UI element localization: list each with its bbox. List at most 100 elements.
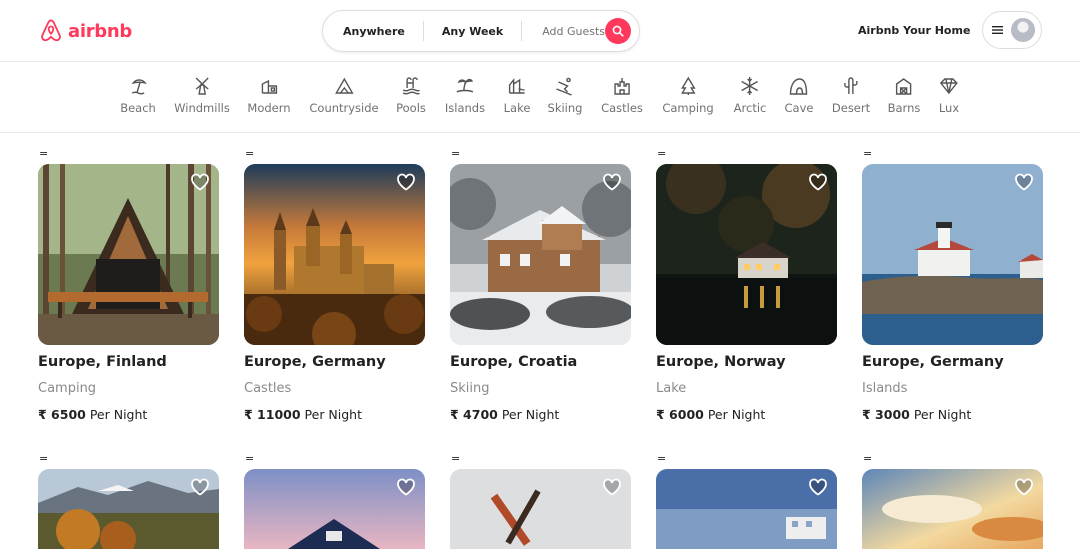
pool-icon: [402, 77, 420, 95]
listing-photo[interactable]: [450, 469, 631, 549]
island-icon: [456, 78, 474, 93]
price-amount: ₹ 4700: [450, 407, 498, 422]
card-marker: =: [451, 147, 461, 160]
search-button[interactable]: [605, 18, 631, 44]
category-label: Beach: [120, 101, 156, 115]
search-icon: [612, 25, 624, 37]
listing-price: ₹ 6500 Per Night: [38, 407, 147, 422]
category-modern[interactable]: Modern: [247, 76, 291, 115]
listing-photo[interactable]: [244, 164, 425, 345]
listing-photo[interactable]: [38, 469, 219, 549]
card-marker: =: [863, 147, 873, 160]
listing-photo[interactable]: [656, 469, 837, 549]
favorite-heart-icon[interactable]: [602, 173, 622, 191]
card-marker: =: [245, 147, 255, 160]
lake-icon: [509, 78, 526, 94]
avatar: [1011, 18, 1035, 42]
card-marker: =: [39, 452, 49, 465]
category-bar: Beach Windmills Modern Countryside Pools…: [0, 62, 1080, 133]
category-pools[interactable]: Pools: [396, 76, 426, 115]
listing-location: Europe, Finland: [38, 354, 167, 370]
card-marker: =: [451, 452, 461, 465]
category-beach[interactable]: Beach: [120, 76, 156, 115]
favorite-heart-icon[interactable]: [808, 478, 828, 496]
listing-category: Skiing: [450, 381, 490, 396]
countryside-icon: [334, 77, 354, 94]
favorite-heart-icon[interactable]: [190, 173, 210, 191]
category-lux[interactable]: Lux: [939, 76, 959, 115]
category-label: Pools: [396, 101, 426, 115]
category-barns[interactable]: Barns: [887, 76, 921, 115]
cave-icon: [790, 78, 808, 95]
card-marker: =: [245, 452, 255, 465]
windmill-icon: [195, 77, 209, 95]
favorite-heart-icon[interactable]: [396, 478, 416, 496]
category-arctic[interactable]: Arctic: [733, 76, 767, 115]
favorite-heart-icon[interactable]: [190, 478, 210, 496]
listing-photo[interactable]: [450, 164, 631, 345]
category-castles[interactable]: Castles: [601, 76, 643, 115]
category-desert[interactable]: Desert: [832, 76, 870, 115]
user-menu-button[interactable]: [982, 11, 1042, 49]
camping-icon: [680, 76, 696, 95]
price-unit: Per Night: [501, 407, 560, 422]
listing-photo[interactable]: [862, 164, 1043, 345]
category-label: Arctic: [733, 101, 767, 115]
cactus-icon: [844, 77, 858, 94]
skiing-icon: [556, 77, 573, 96]
beach-icon: [131, 79, 147, 95]
category-lake[interactable]: Lake: [503, 76, 531, 115]
category-label: Modern: [247, 101, 291, 115]
search-anywhere[interactable]: Anywhere: [323, 25, 423, 38]
category-cave[interactable]: Cave: [784, 76, 814, 115]
listing-location: Europe, Germany: [862, 354, 1004, 370]
favorite-heart-icon[interactable]: [396, 173, 416, 191]
listing-photo[interactable]: [38, 164, 219, 345]
card-marker: =: [657, 147, 667, 160]
category-label: Countryside: [309, 101, 379, 115]
price-unit: Per Night: [913, 407, 972, 422]
card-marker: =: [39, 147, 49, 160]
category-label: Lux: [938, 101, 960, 115]
listing-price: ₹ 11000 Per Night: [244, 407, 362, 422]
category-camping[interactable]: Camping: [662, 76, 714, 115]
category-skiing[interactable]: Skiing: [547, 76, 583, 115]
category-label: Islands: [444, 101, 486, 115]
airbnb-logo-icon: [41, 19, 61, 42]
listing-price: ₹ 4700 Per Night: [450, 407, 559, 422]
category-label: Castles: [601, 101, 643, 115]
category-label: Barns: [887, 101, 921, 115]
listing-location: Europe, Norway: [656, 354, 786, 370]
card-marker: =: [863, 452, 873, 465]
favorite-heart-icon[interactable]: [1014, 478, 1034, 496]
category-windmills[interactable]: Windmills: [174, 76, 230, 115]
category-countryside[interactable]: Countryside: [309, 76, 379, 115]
category-label: Camping: [662, 101, 714, 115]
price-unit: Per Night: [89, 407, 148, 422]
favorite-heart-icon[interactable]: [808, 173, 828, 191]
category-islands[interactable]: Islands: [445, 76, 485, 115]
price-amount: ₹ 3000: [862, 407, 910, 422]
category-label: Skiing: [547, 101, 583, 115]
listing-category: Castles: [244, 381, 292, 396]
listing-price: ₹ 3000 Per Night: [862, 407, 971, 422]
listing-location: Europe, Croatia: [450, 354, 578, 370]
listing-photo[interactable]: [656, 164, 837, 345]
search-bar[interactable]: Anywhere Any Week Add Guests: [322, 10, 640, 52]
favorite-heart-icon[interactable]: [1014, 173, 1034, 191]
top-header: airbnb Anywhere Any Week Add Guests Airb…: [0, 0, 1080, 62]
airbnb-logo[interactable]: airbnb: [38, 18, 132, 44]
price-amount: ₹ 6000: [656, 407, 704, 422]
category-label: Windmills: [174, 101, 230, 115]
category-label: Lake: [503, 101, 531, 115]
search-any-week[interactable]: Any Week: [424, 25, 521, 38]
search-add-guests[interactable]: Add Guests: [522, 25, 605, 38]
listing-photo[interactable]: [244, 469, 425, 549]
barn-icon: [896, 78, 912, 95]
host-link[interactable]: Airbnb Your Home: [858, 24, 970, 37]
listing-photo[interactable]: [862, 469, 1043, 549]
price-unit: Per Night: [304, 407, 363, 422]
favorite-heart-icon[interactable]: [602, 478, 622, 496]
listing-category: Islands: [862, 381, 908, 396]
category-label: Cave: [784, 101, 814, 115]
